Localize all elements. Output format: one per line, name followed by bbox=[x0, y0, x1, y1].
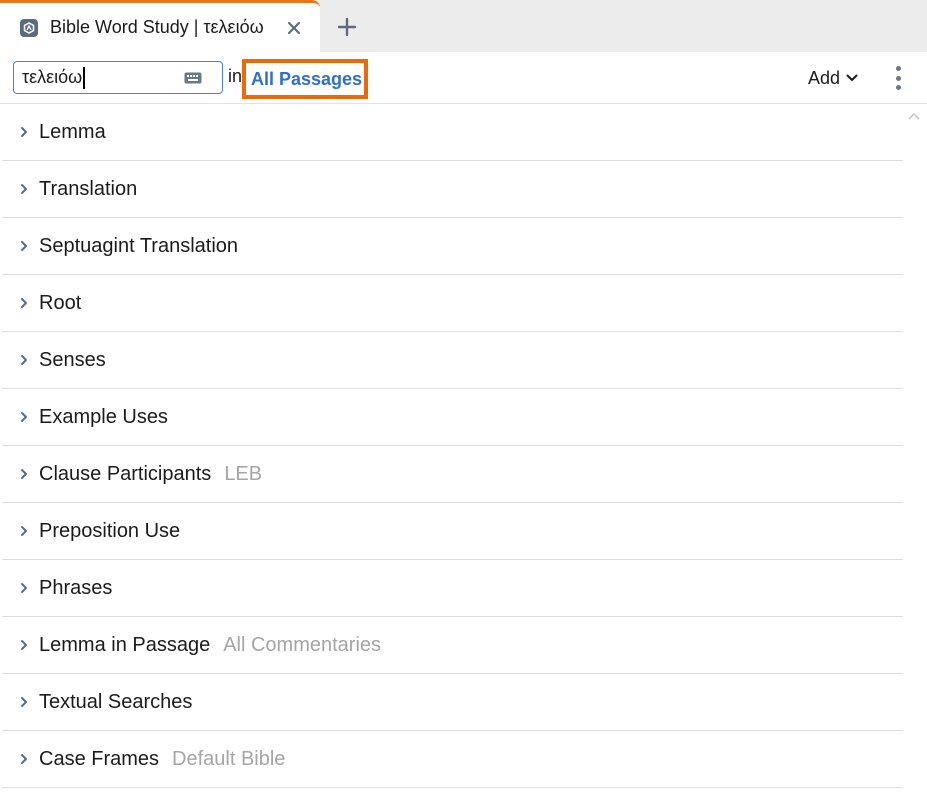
section-case-frames[interactable]: Case Frames Default Bible bbox=[2, 731, 903, 788]
chevron-right-icon bbox=[21, 298, 27, 308]
section-translation[interactable]: Translation bbox=[2, 161, 903, 218]
section-sublabel[interactable]: Default Bible bbox=[172, 748, 285, 771]
section-example-uses[interactable]: Example Uses bbox=[2, 389, 903, 446]
section-senses[interactable]: Senses bbox=[2, 332, 903, 389]
section-phrases[interactable]: Phrases bbox=[2, 560, 903, 617]
chevron-right-icon bbox=[21, 241, 27, 251]
chevron-right-icon bbox=[21, 640, 27, 650]
chevron-right-icon bbox=[21, 697, 27, 707]
text-caret bbox=[83, 66, 86, 89]
section-sublabel[interactable]: LEB bbox=[224, 463, 262, 486]
chevron-right-icon bbox=[21, 526, 27, 536]
chevron-down-icon bbox=[846, 74, 858, 81]
section-textual-searches[interactable]: Textual Searches bbox=[2, 674, 903, 731]
chevron-right-icon bbox=[21, 412, 27, 422]
section-label: Lemma in Passage bbox=[39, 633, 211, 656]
section-label: Septuagint Translation bbox=[39, 234, 239, 257]
passage-range-highlight: All Passages bbox=[242, 59, 368, 99]
section-label: Case Frames bbox=[39, 747, 160, 770]
section-label: Translation bbox=[39, 177, 138, 200]
logos-app-icon bbox=[20, 18, 38, 37]
tab-title: Bible Word Study | τελειόω bbox=[50, 17, 264, 37]
section-label: Lemma bbox=[39, 120, 106, 143]
search-input[interactable]: τελειόω bbox=[13, 61, 223, 94]
in-label: in bbox=[228, 66, 243, 86]
keyboard-icon[interactable] bbox=[184, 72, 202, 84]
tab-bar: Bible Word Study | τελειόω bbox=[0, 0, 927, 52]
chevron-right-icon bbox=[21, 127, 27, 137]
section-label: Root bbox=[39, 291, 82, 314]
chevron-right-icon bbox=[21, 583, 27, 593]
section-label: Textual Searches bbox=[39, 690, 193, 713]
section-preposition-use[interactable]: Preposition Use bbox=[2, 503, 903, 560]
section-clause-participants[interactable]: Clause Participants LEB bbox=[2, 446, 903, 503]
toolbar: τελειόω in All Passages Add bbox=[0, 52, 927, 104]
add-button[interactable]: Add bbox=[808, 65, 858, 91]
chevron-right-icon bbox=[21, 469, 27, 479]
chevron-right-icon bbox=[21, 754, 27, 764]
chevron-right-icon bbox=[21, 355, 27, 365]
section-label: Example Uses bbox=[39, 405, 168, 428]
tab-bible-word-study[interactable]: Bible Word Study | τελειόω bbox=[0, 0, 320, 52]
section-label: Preposition Use bbox=[39, 519, 181, 542]
section-lemma[interactable]: Lemma bbox=[2, 104, 903, 161]
plus-icon[interactable] bbox=[334, 14, 360, 40]
section-label: Senses bbox=[39, 348, 106, 371]
section-lemma-in-passage[interactable]: Lemma in Passage All Commentaries bbox=[2, 617, 903, 674]
section-label: Clause Participants bbox=[39, 462, 212, 485]
scroll-up-icon[interactable] bbox=[906, 110, 922, 124]
section-septuagint-translation[interactable]: Septuagint Translation bbox=[2, 218, 903, 275]
chevron-right-icon bbox=[21, 184, 27, 194]
section-list: Lemma Translation Septuagint Translation… bbox=[2, 104, 903, 804]
add-label: Add bbox=[808, 67, 841, 88]
close-icon[interactable] bbox=[282, 16, 306, 40]
section-label: Phrases bbox=[39, 576, 113, 599]
section-sublabel[interactable]: All Commentaries bbox=[223, 634, 381, 657]
vertical-dots-icon[interactable] bbox=[888, 64, 908, 92]
search-value: τελειόω bbox=[22, 67, 83, 87]
section-root[interactable]: Root bbox=[2, 275, 903, 332]
passage-range-link[interactable]: All Passages bbox=[251, 69, 362, 90]
